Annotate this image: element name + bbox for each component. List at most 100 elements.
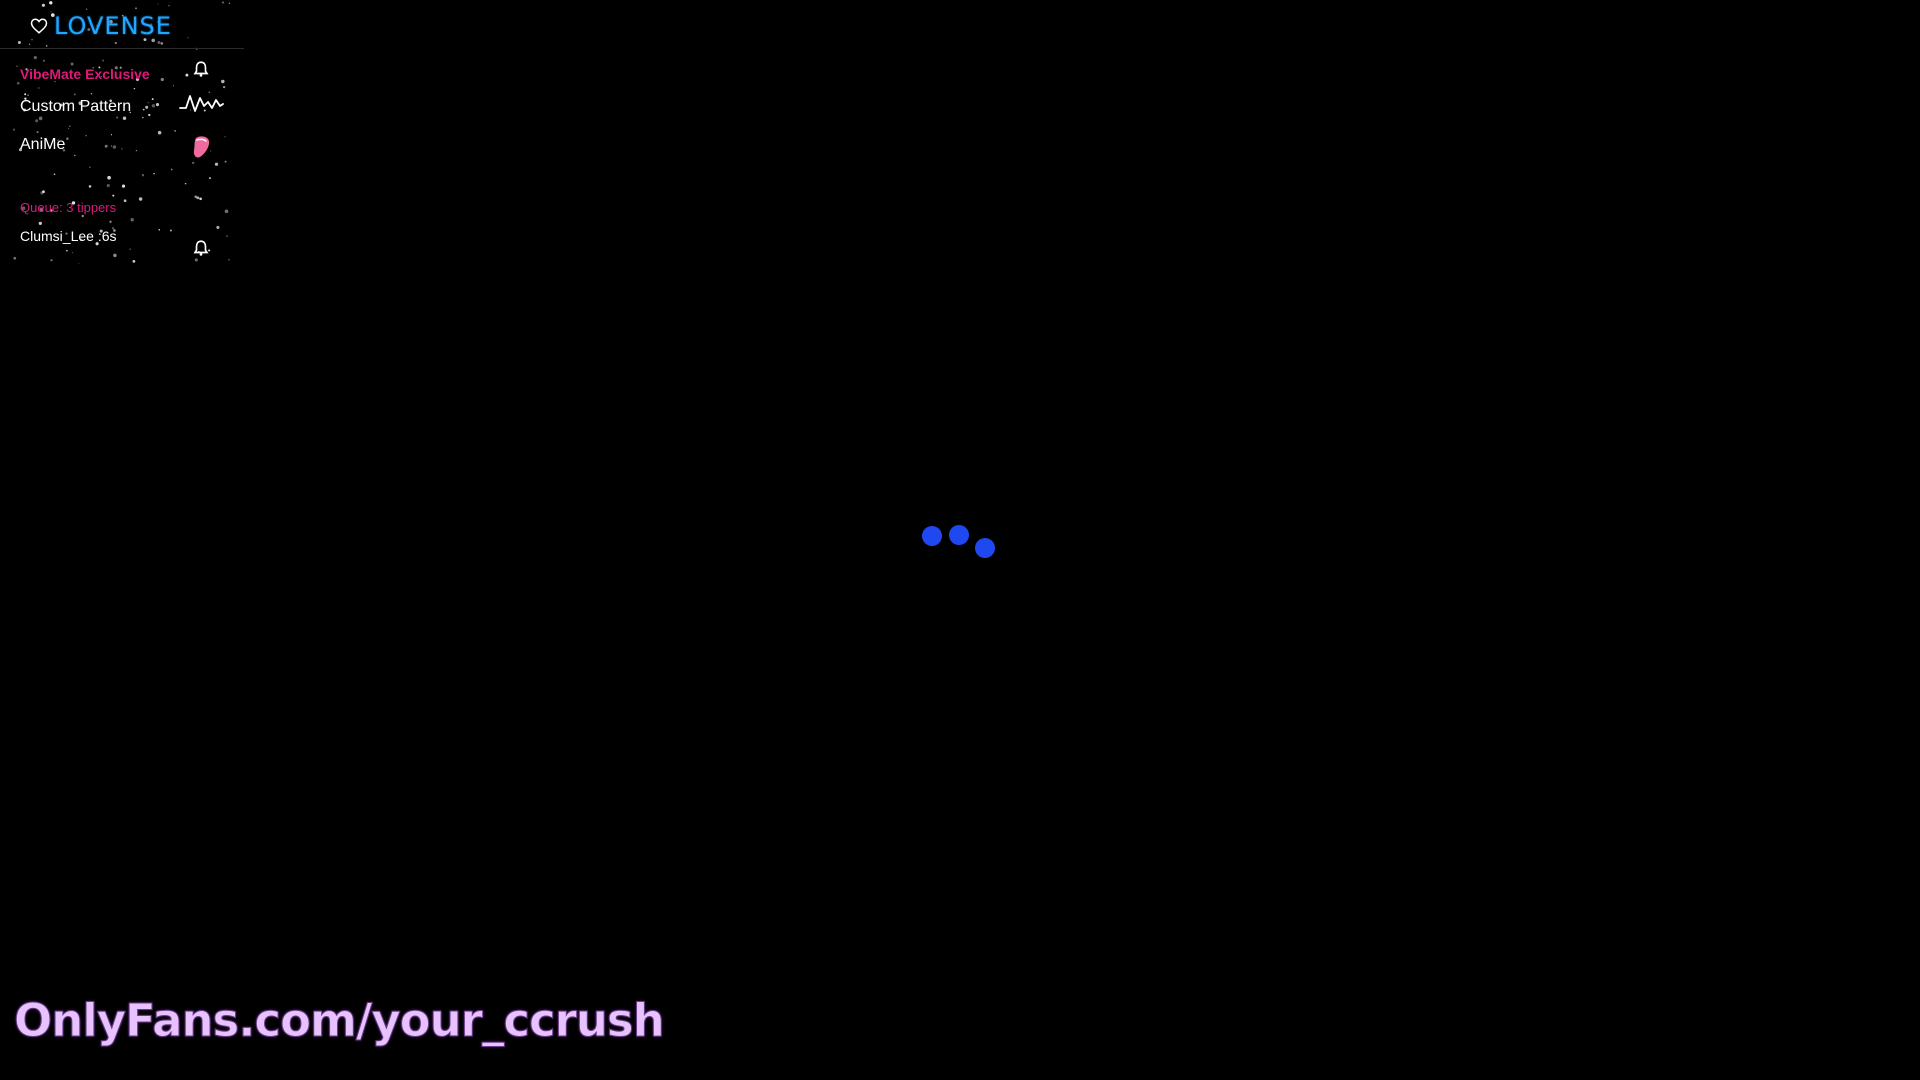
- sparkle-particle: [185, 73, 189, 77]
- sparkle-particle: [36, 131, 39, 134]
- sparkle-particle: [133, 87, 136, 90]
- sparkle-particle: [66, 249, 68, 252]
- sparkle-particle: [12, 128, 16, 131]
- sparkle-particle: [42, 59, 46, 62]
- sparkle-particle: [106, 184, 110, 188]
- sparkle-particle: [88, 185, 92, 188]
- sparkle-particle: [222, 85, 226, 89]
- sparkle-particle: [151, 98, 154, 101]
- sparkle-particle: [141, 174, 145, 177]
- sparkle-particle: [122, 116, 127, 121]
- sparkle-particle: [224, 209, 229, 214]
- sparkle-particle: [16, 81, 20, 85]
- sparkle-particle: [145, 105, 149, 109]
- sparkle-particle: [113, 253, 117, 258]
- tongue-icon: [193, 136, 210, 158]
- queue-label: Queue: 3 tippers: [20, 200, 117, 215]
- sparkle-particle: [214, 162, 219, 166]
- sparkle-particle: [187, 37, 189, 39]
- sparkle-particle: [147, 102, 149, 104]
- sparkle-particle: [38, 221, 42, 226]
- lovense-logo: LOVENSE: [30, 8, 172, 44]
- sparkle-particle: [45, 45, 48, 47]
- sparkle-particle: [110, 134, 113, 136]
- sparkle-particle: [24, 93, 27, 96]
- sparkle-particle: [157, 130, 162, 135]
- sparkle-particle: [174, 130, 176, 132]
- sparkle-particle: [138, 197, 143, 201]
- sparkle-particle: [168, 5, 170, 7]
- sparkle-particle: [209, 177, 211, 180]
- sparkle-particle: [13, 256, 17, 260]
- sparkle-particle: [224, 160, 227, 163]
- sparkle-particle: [38, 87, 40, 89]
- sparkle-particle: [121, 148, 123, 150]
- sparkle-particle: [102, 59, 105, 62]
- onlyfans-watermark: OnlyFans.com/your_ccrush: [14, 994, 666, 1048]
- sparkle-particle: [89, 166, 91, 168]
- sparkle-particle: [169, 229, 172, 232]
- sparkle-particle: [226, 235, 228, 237]
- sparkle-particle: [221, 79, 225, 84]
- sparkle-particle: [50, 259, 53, 262]
- sparkle-particle: [158, 228, 161, 231]
- sparkle-particle: [228, 258, 230, 261]
- sparkle-particle: [33, 55, 37, 60]
- sparkle-particle: [78, 263, 80, 265]
- sparkle-particle: [199, 197, 202, 201]
- sparkle-particle: [142, 116, 144, 119]
- sparkle-particle: [110, 145, 113, 147]
- sparkle-particle: [27, 94, 29, 97]
- sparkle-particle: [35, 119, 39, 123]
- loading-dot: [949, 525, 969, 545]
- sparkle-particle: [135, 149, 138, 152]
- sparkle-particle: [228, 2, 231, 4]
- sparkle-particle: [224, 136, 226, 138]
- queue-user-item: Clumsi_Lee :6s: [20, 228, 117, 244]
- sparkle-particle: [170, 168, 173, 171]
- sparkle-particle: [194, 258, 198, 262]
- panel-divider: [0, 48, 244, 49]
- video-stage: LOVENSE VibeMate Exclusive Custom Patter…: [0, 0, 1920, 1080]
- sparkle-particle: [129, 248, 131, 250]
- sparkle-particle: [66, 137, 69, 140]
- sparkle-particle: [132, 260, 136, 263]
- loading-dot: [975, 538, 995, 558]
- custom-pattern-label: Custom Pattern: [20, 98, 132, 115]
- sparkle-particle: [16, 65, 18, 67]
- bell-icon: [193, 61, 209, 77]
- sparkle-particle: [69, 125, 71, 127]
- sparkle-particle: [109, 220, 112, 223]
- wave-icon: [179, 95, 224, 112]
- sparkle-particle: [81, 214, 84, 218]
- sparkle-particle: [107, 175, 111, 180]
- loading-dot: [922, 526, 942, 546]
- sparkle-particle: [216, 225, 220, 229]
- sparkle-particle: [155, 103, 160, 107]
- sparkle-particle: [68, 127, 70, 130]
- sparkle-particle: [191, 161, 195, 165]
- sparkle-particle: [72, 252, 74, 254]
- bell-icon: [193, 240, 209, 256]
- sparkle-particle: [172, 85, 175, 87]
- sparkle-particle: [112, 145, 117, 149]
- anime-label: AniMe: [20, 136, 66, 153]
- sparkle-particle: [41, 3, 45, 7]
- sparkle-particle: [49, 1, 53, 5]
- sparkle-particle: [196, 196, 200, 200]
- sparkle-particle: [116, 116, 119, 119]
- sparkle-particle: [53, 173, 56, 176]
- loading-spinner: [918, 524, 1008, 564]
- sparkle-particle: [112, 194, 115, 197]
- sparkle-particle: [130, 218, 134, 222]
- sparkle-particle: [142, 108, 145, 111]
- sparkle-particle: [222, 1, 224, 4]
- sparkle-particle: [184, 182, 187, 185]
- sparkle-particle: [123, 199, 127, 203]
- sparkle-particle: [121, 184, 126, 188]
- sparkle-particle: [42, 190, 45, 194]
- lovense-overlay-panel: LOVENSE VibeMate Exclusive Custom Patter…: [0, 0, 244, 270]
- sparkle-particle: [148, 113, 151, 117]
- lovense-logo-text: LOVENSE: [54, 12, 172, 40]
- sparkle-particle: [160, 77, 164, 82]
